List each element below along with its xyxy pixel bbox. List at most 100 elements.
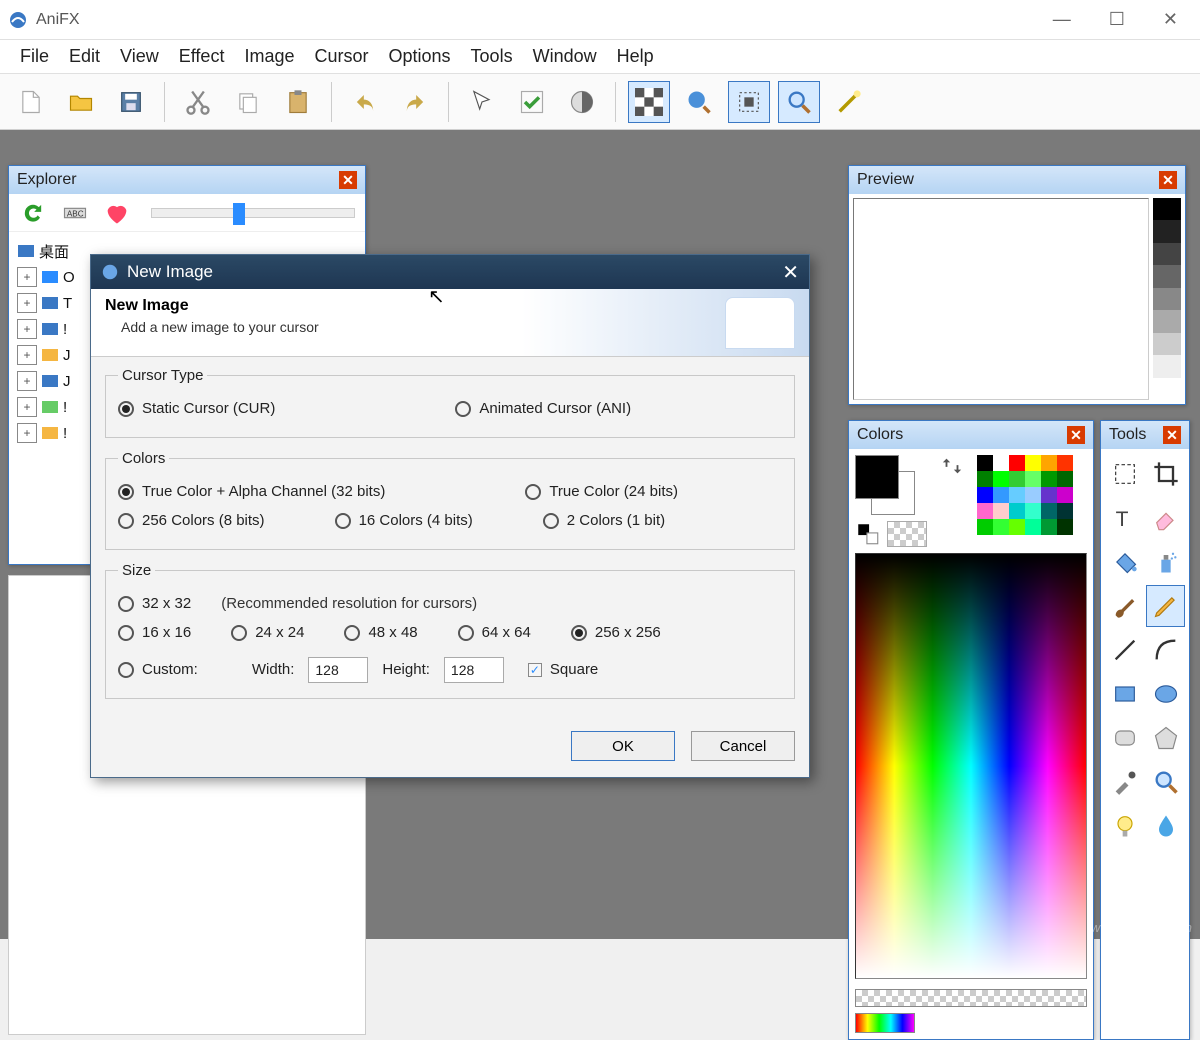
palette-swatch[interactable] [993, 519, 1009, 535]
palette-swatch[interactable] [1041, 471, 1057, 487]
refresh-icon[interactable] [19, 199, 47, 227]
palette-swatch[interactable] [1009, 471, 1025, 487]
radio-8bit[interactable]: 256 Colors (8 bits) [118, 512, 265, 529]
palette-swatch[interactable] [1009, 519, 1025, 535]
radio-24x24[interactable]: 24 x 24 [231, 624, 304, 641]
bucket-icon[interactable] [1105, 541, 1144, 583]
undo-icon[interactable] [344, 81, 386, 123]
palette-swatch[interactable] [977, 455, 993, 471]
pointer-icon[interactable] [461, 81, 503, 123]
palette-swatch[interactable] [993, 503, 1009, 519]
window-close-button[interactable]: ✕ [1163, 9, 1178, 30]
text-icon[interactable]: T [1105, 497, 1144, 539]
menu-tools[interactable]: Tools [463, 42, 521, 71]
grayscale-strip[interactable] [1153, 198, 1181, 400]
save-icon[interactable] [110, 81, 152, 123]
favorite-icon[interactable] [103, 199, 131, 227]
radio-256x256[interactable]: 256 x 256 [571, 624, 661, 641]
palette-swatch[interactable] [1057, 503, 1073, 519]
explorer-header[interactable]: Explorer ✕ [9, 166, 365, 194]
height-input[interactable]: 128 [444, 657, 504, 683]
radio-4bit[interactable]: 16 Colors (4 bits) [335, 512, 473, 529]
default-colors-icon[interactable] [855, 521, 881, 547]
colors-header[interactable]: Colors ✕ [849, 421, 1093, 449]
line-icon[interactable] [1105, 629, 1144, 671]
width-input[interactable]: 128 [308, 657, 368, 683]
shape-icon[interactable] [1146, 717, 1185, 759]
tools-close-button[interactable]: ✕ [1163, 426, 1181, 444]
radio-16x16[interactable]: 16 x 16 [118, 624, 191, 641]
palette-swatch[interactable] [993, 455, 1009, 471]
radio-24bit[interactable]: True Color (24 bits) [525, 483, 678, 500]
color-palette[interactable] [977, 455, 1073, 535]
palette-swatch[interactable] [1009, 455, 1025, 471]
crop-icon[interactable] [1146, 453, 1185, 495]
check-icon[interactable] [511, 81, 553, 123]
menu-effect[interactable]: Effect [171, 42, 233, 71]
swap-colors-icon[interactable] [941, 455, 963, 477]
palette-swatch[interactable] [993, 471, 1009, 487]
copy-icon[interactable] [227, 81, 269, 123]
zoom-icon[interactable] [778, 81, 820, 123]
palette-swatch[interactable] [1041, 519, 1057, 535]
menu-file[interactable]: File [12, 42, 57, 71]
droplet-icon[interactable] [1146, 805, 1185, 847]
menu-help[interactable]: Help [609, 42, 662, 71]
preview-close-button[interactable]: ✕ [1159, 171, 1177, 189]
transparent-swatch[interactable] [887, 521, 927, 547]
pencil-icon[interactable] [1146, 585, 1185, 627]
radio-static-cursor[interactable]: Static Cursor (CUR) [118, 400, 275, 417]
explorer-close-button[interactable]: ✕ [339, 171, 357, 189]
checkerboard-icon[interactable] [628, 81, 670, 123]
paste-icon[interactable] [277, 81, 319, 123]
palette-swatch[interactable] [1041, 487, 1057, 503]
cut-icon[interactable] [177, 81, 219, 123]
crop-tool-icon[interactable] [728, 81, 770, 123]
bulb-icon[interactable] [1105, 805, 1144, 847]
menu-cursor[interactable]: Cursor [306, 42, 376, 71]
gradient-preset-icon[interactable] [855, 1013, 915, 1033]
palette-swatch[interactable] [1025, 487, 1041, 503]
menu-edit[interactable]: Edit [61, 42, 108, 71]
palette-swatch[interactable] [1041, 503, 1057, 519]
radio-64x64[interactable]: 64 x 64 [458, 624, 531, 641]
colors-close-button[interactable]: ✕ [1067, 426, 1085, 444]
palette-swatch[interactable] [1009, 503, 1025, 519]
palette-swatch[interactable] [1057, 519, 1073, 535]
radio-1bit[interactable]: 2 Colors (1 bit) [543, 512, 665, 529]
ellipse-fill-icon[interactable] [1146, 673, 1185, 715]
ok-button[interactable]: OK [571, 731, 675, 761]
redo-icon[interactable] [394, 81, 436, 123]
radio-custom[interactable]: Custom: [118, 661, 198, 678]
window-minimize-button[interactable]: — [1053, 9, 1071, 30]
color-wand-icon[interactable] [828, 81, 870, 123]
radio-48x48[interactable]: 48 x 48 [344, 624, 417, 641]
roundrect-icon[interactable] [1105, 717, 1144, 759]
rect-fill-icon[interactable] [1105, 673, 1144, 715]
cancel-button[interactable]: Cancel [691, 731, 795, 761]
radio-animated-cursor[interactable]: Animated Cursor (ANI) [455, 400, 631, 417]
contrast-icon[interactable] [561, 81, 603, 123]
dialog-close-button[interactable]: ✕ [782, 260, 799, 285]
eyedropper-icon[interactable] [1105, 761, 1144, 803]
new-file-icon[interactable] [10, 81, 52, 123]
tools-header[interactable]: Tools ✕ [1101, 421, 1189, 449]
select-rect-icon[interactable] [1105, 453, 1144, 495]
radio-32x32[interactable]: 32 x 32 [118, 595, 191, 612]
rename-icon[interactable]: ABC [61, 199, 89, 227]
menu-view[interactable]: View [112, 42, 167, 71]
palette-swatch[interactable] [977, 487, 993, 503]
palette-swatch[interactable] [977, 519, 993, 535]
palette-swatch[interactable] [993, 487, 1009, 503]
palette-swatch[interactable] [977, 503, 993, 519]
globe-brush-icon[interactable] [678, 81, 720, 123]
palette-swatch[interactable] [1009, 487, 1025, 503]
palette-swatch[interactable] [1025, 519, 1041, 535]
zoom-icon[interactable] [1146, 761, 1185, 803]
window-maximize-button[interactable]: ☐ [1109, 9, 1125, 30]
eraser-icon[interactable] [1146, 497, 1185, 539]
menu-image[interactable]: Image [236, 42, 302, 71]
palette-swatch[interactable] [1057, 455, 1073, 471]
palette-swatch[interactable] [1025, 471, 1041, 487]
fg-bg-swatch[interactable] [855, 455, 915, 515]
